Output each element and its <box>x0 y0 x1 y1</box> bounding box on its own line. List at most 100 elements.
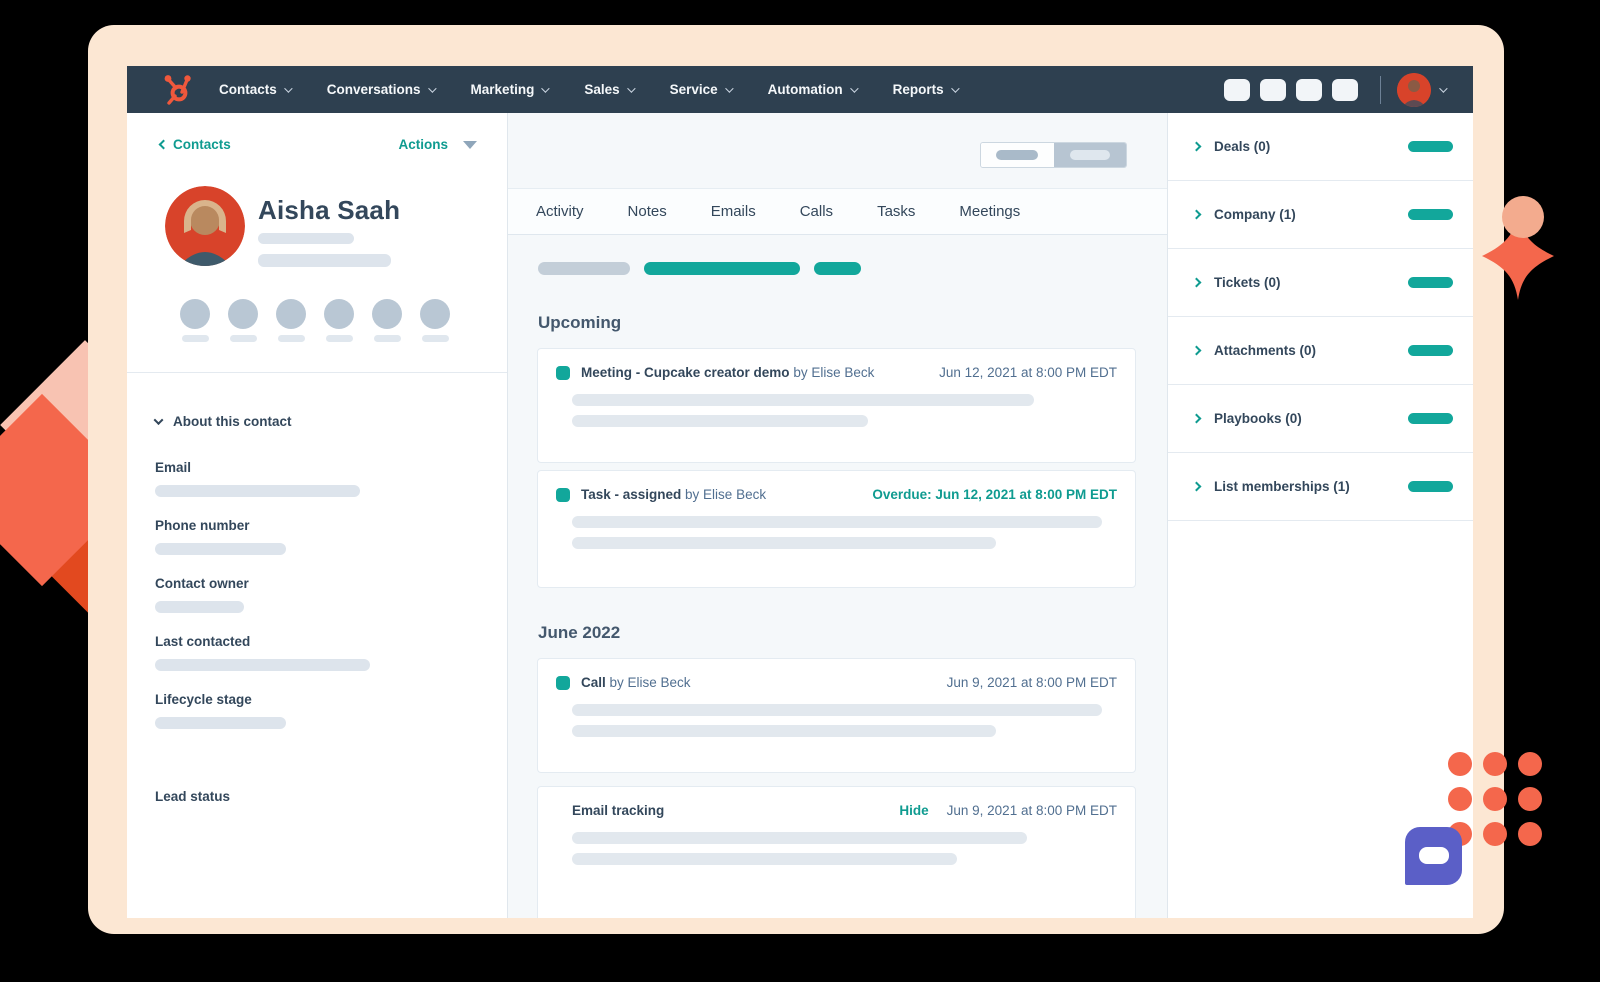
nav-item-marketing[interactable]: Marketing <box>470 82 550 97</box>
section-playbooks[interactable]: Playbooks (0) <box>1168 385 1473 453</box>
hubspot-logo-icon[interactable] <box>163 74 193 106</box>
section-list-memberships[interactable]: List memberships (1) <box>1168 453 1473 521</box>
contact-action-button[interactable] <box>372 299 402 342</box>
card-byline: by Elise Beck <box>681 487 767 502</box>
placeholder-bar <box>572 725 996 737</box>
timeline-card-task: Task - assigned by Elise Beck Overdue: J… <box>537 470 1136 588</box>
contact-action-button[interactable] <box>276 299 306 342</box>
nav-item-service[interactable]: Service <box>669 82 734 97</box>
chevron-down-icon <box>724 83 734 93</box>
deco-dots-grid <box>1448 752 1544 846</box>
contact-action-icons <box>180 299 450 342</box>
card-title: Call by Elise Beck <box>581 675 691 690</box>
chevron-right-icon <box>1191 277 1202 288</box>
tab-activity[interactable]: Activity <box>536 203 584 220</box>
field-label: Contact owner <box>155 576 249 591</box>
actions-dropdown[interactable]: Actions <box>398 137 477 152</box>
deco-circle <box>1502 196 1544 238</box>
chevron-down-icon <box>541 83 550 93</box>
contact-name: Aisha Saah <box>258 195 401 225</box>
upcoming-header: Upcoming <box>538 313 622 332</box>
card-overdue-date: Overdue: Jun 12, 2021 at 8:00 PM EDT <box>872 487 1117 502</box>
activity-tabs: Activity Notes Emails Calls Tasks Meetin… <box>508 188 1167 235</box>
tab-meetings[interactable]: Meetings <box>959 203 1020 220</box>
view-toggle[interactable] <box>980 142 1127 168</box>
card-title-text: Meeting - Cupcake creator demo <box>581 365 790 380</box>
card-title: Task - assigned by Elise Beck <box>581 487 766 502</box>
task-icon <box>556 487 570 502</box>
about-this-contact-toggle[interactable]: About this contact <box>153 414 292 429</box>
chevron-down-icon[interactable] <box>1439 83 1448 93</box>
nav-item-label: Service <box>669 82 718 97</box>
tab-emails[interactable]: Emails <box>711 203 756 220</box>
nav-right-tools <box>1214 72 1448 107</box>
chevron-down-icon <box>153 415 164 426</box>
chat-launcher-button[interactable] <box>1405 827 1462 885</box>
hide-link[interactable]: Hide <box>899 803 928 818</box>
section-label: Attachments (0) <box>1214 343 1317 358</box>
section-tickets[interactable]: Tickets (0) <box>1168 249 1473 317</box>
associations-panel: Deals (0) Company (1) Tickets (0) Attach… <box>1167 113 1473 918</box>
field-label: Phone number <box>155 518 250 533</box>
chevron-right-icon <box>1191 141 1202 152</box>
filter-chip-active[interactable] <box>644 262 800 275</box>
back-link-label: Contacts <box>173 137 231 152</box>
section-company[interactable]: Company (1) <box>1168 181 1473 249</box>
nav-item-sales[interactable]: Sales <box>584 82 636 97</box>
nav-tool-button[interactable] <box>1332 78 1358 101</box>
chevron-right-icon <box>1191 413 1202 424</box>
section-label: Company (1) <box>1214 207 1296 222</box>
timeline-card-meeting: Meeting - Cupcake creator demo by Elise … <box>537 348 1136 463</box>
field-label: Lifecycle stage <box>155 692 252 707</box>
section-label: List memberships (1) <box>1214 479 1350 494</box>
contact-action-button[interactable] <box>324 299 354 342</box>
nav-tool-button[interactable] <box>1296 78 1322 101</box>
chevron-down-icon <box>626 83 636 93</box>
back-to-contacts-link[interactable]: Contacts <box>158 137 231 152</box>
placeholder-bar <box>155 543 286 555</box>
nav-tool-button[interactable] <box>1260 78 1286 101</box>
nav-item-label: Marketing <box>470 82 535 97</box>
placeholder-bar <box>155 485 360 497</box>
card-byline: by Elise Beck <box>605 675 691 690</box>
card-title-text: Call <box>581 675 606 690</box>
chevron-down-icon <box>950 83 960 93</box>
main-menu: Contacts Conversations Marketing Sales S… <box>219 82 960 97</box>
nav-item-automation[interactable]: Automation <box>768 82 859 97</box>
chevron-right-icon <box>1191 345 1202 356</box>
chevron-right-icon <box>1191 481 1202 492</box>
tab-notes[interactable]: Notes <box>628 203 667 220</box>
card-title: Meeting - Cupcake creator demo by Elise … <box>581 365 874 380</box>
user-avatar[interactable] <box>1397 72 1431 107</box>
tab-tasks[interactable]: Tasks <box>877 203 915 220</box>
nav-tool-button[interactable] <box>1224 78 1250 101</box>
view-toggle-right-segment[interactable] <box>1053 143 1126 167</box>
section-deals[interactable]: Deals (0) <box>1168 113 1473 181</box>
card-title: Email tracking <box>572 803 664 818</box>
placeholder-bar <box>258 254 391 267</box>
divider <box>127 372 507 373</box>
timeline-card-email-tracking: Email tracking Hide Jun 9, 2021 at 8:00 … <box>537 786 1136 918</box>
contact-action-button[interactable] <box>180 299 210 342</box>
app-window: Contacts Conversations Marketing Sales S… <box>127 66 1473 918</box>
nav-divider <box>1380 75 1381 104</box>
filter-chip[interactable] <box>538 262 630 275</box>
section-attachments[interactable]: Attachments (0) <box>1168 317 1473 385</box>
filter-chips <box>538 262 861 275</box>
placeholder-bar <box>572 704 1102 716</box>
nav-item-reports[interactable]: Reports <box>893 82 960 97</box>
contact-action-button[interactable] <box>420 299 450 342</box>
actions-label: Actions <box>398 137 448 152</box>
tab-calls[interactable]: Calls <box>800 203 833 220</box>
nav-item-contacts[interactable]: Contacts <box>219 82 293 97</box>
section-label: Tickets (0) <box>1214 275 1281 290</box>
nav-item-conversations[interactable]: Conversations <box>327 82 437 97</box>
field-last-contacted: Last contacted <box>155 634 370 671</box>
call-icon <box>556 675 570 690</box>
filter-chip-active[interactable] <box>814 262 861 275</box>
card-byline: by Elise Beck <box>789 365 875 380</box>
activity-panel: Activity Notes Emails Calls Tasks Meetin… <box>508 113 1167 918</box>
view-toggle-left-segment[interactable] <box>981 143 1054 167</box>
contact-action-button[interactable] <box>228 299 258 342</box>
placeholder-bar <box>572 415 868 427</box>
